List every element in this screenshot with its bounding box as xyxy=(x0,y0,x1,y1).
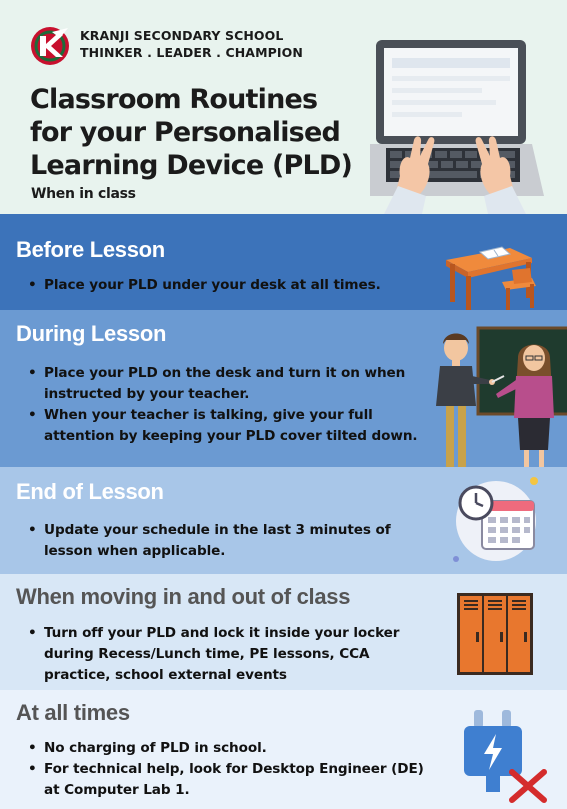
teachers-blackboard-illustration xyxy=(436,326,567,467)
bullet-line: For technical help, look for Desktop Eng… xyxy=(44,761,424,777)
header: KRANJI SECONDARY SCHOOL THINKER . LEADER… xyxy=(0,0,567,214)
at-all-times-bullets: No charging of PLD in school. For techni… xyxy=(28,738,424,801)
bullet-item: No charging of PLD in school. xyxy=(28,738,424,759)
bullet-line: attention by keeping your PLD cover tilt… xyxy=(44,428,418,444)
title-line-1: Classroom Routines xyxy=(30,84,318,115)
no-charging-plug-icon xyxy=(464,710,547,803)
school-motto: THINKER . LEADER . CHAMPION xyxy=(80,45,303,60)
section-moving-in-out: When moving in and out of class Turn off… xyxy=(0,574,567,690)
section-during-lesson: During Lesson Place your PLD on the desk… xyxy=(0,310,567,467)
lockers-icon xyxy=(457,593,533,675)
bullet-line: lesson when applicable. xyxy=(44,543,226,559)
section-title-during-lesson: During Lesson xyxy=(16,321,167,346)
section-end-of-lesson: End of Lesson Update your schedule in th… xyxy=(0,467,567,574)
subtitle: When in class xyxy=(31,186,136,202)
desk-book-illustration xyxy=(446,246,536,310)
section-title-before-lesson: Before Lesson xyxy=(16,237,165,262)
before-lesson-bullets: Place your PLD under your desk at all ti… xyxy=(28,275,381,296)
end-of-lesson-bullets: Update your schedule in the last 3 minut… xyxy=(28,520,391,562)
laptop-hands-illustration xyxy=(370,40,544,214)
infographic-page: KRANJI SECONDARY SCHOOL THINKER . LEADER… xyxy=(0,0,567,809)
school-name: KRANJI SECONDARY SCHOOL xyxy=(80,28,284,43)
bullet-line: Update your schedule in the last 3 minut… xyxy=(44,522,391,538)
bullet-item: Place your PLD under your desk at all ti… xyxy=(28,275,381,296)
during-lesson-bullets: Place your PLD on the desk and turn it o… xyxy=(28,363,418,447)
bullet-item: Place your PLD on the desk and turn it o… xyxy=(28,363,417,405)
section-before-lesson: Before Lesson Place your PLD under your … xyxy=(0,214,567,310)
section-at-all-times: At all times No charging of PLD in schoo… xyxy=(0,690,567,809)
clock-calendar-icon xyxy=(453,477,538,562)
bullet-item: Update your schedule in the last 3 minut… xyxy=(28,520,391,562)
bullet-line: Turn off your PLD and lock it inside you… xyxy=(44,625,400,641)
section-title-end-of-lesson: End of Lesson xyxy=(16,479,164,504)
title-line-2: for your Personalised xyxy=(30,117,341,148)
moving-bullets: Turn off your PLD and lock it inside you… xyxy=(28,623,400,686)
school-logo-icon xyxy=(31,27,69,65)
section-title-at-all-times: At all times xyxy=(16,700,130,725)
title-line-3: Learning Device (PLD) xyxy=(30,150,353,181)
bullet-line: When your teacher is talking, give your … xyxy=(44,407,373,423)
bullet-line: Place your PLD on the desk and turn it o… xyxy=(44,365,406,381)
bullet-item: Turn off your PLD and lock it inside you… xyxy=(28,623,400,686)
bullet-line: during Recess/Lunch time, PE lessons, CC… xyxy=(44,646,370,662)
bullet-item: For technical help, look for Desktop Eng… xyxy=(28,759,424,801)
bullet-item: When your teacher is talking, give your … xyxy=(28,405,418,447)
section-title-moving-in-out: When moving in and out of class xyxy=(16,584,351,609)
bullet-line: instructed by your teacher. xyxy=(44,386,250,402)
bullet-line: practice, school external events xyxy=(44,667,287,683)
bullet-line: at Computer Lab 1. xyxy=(44,782,190,798)
